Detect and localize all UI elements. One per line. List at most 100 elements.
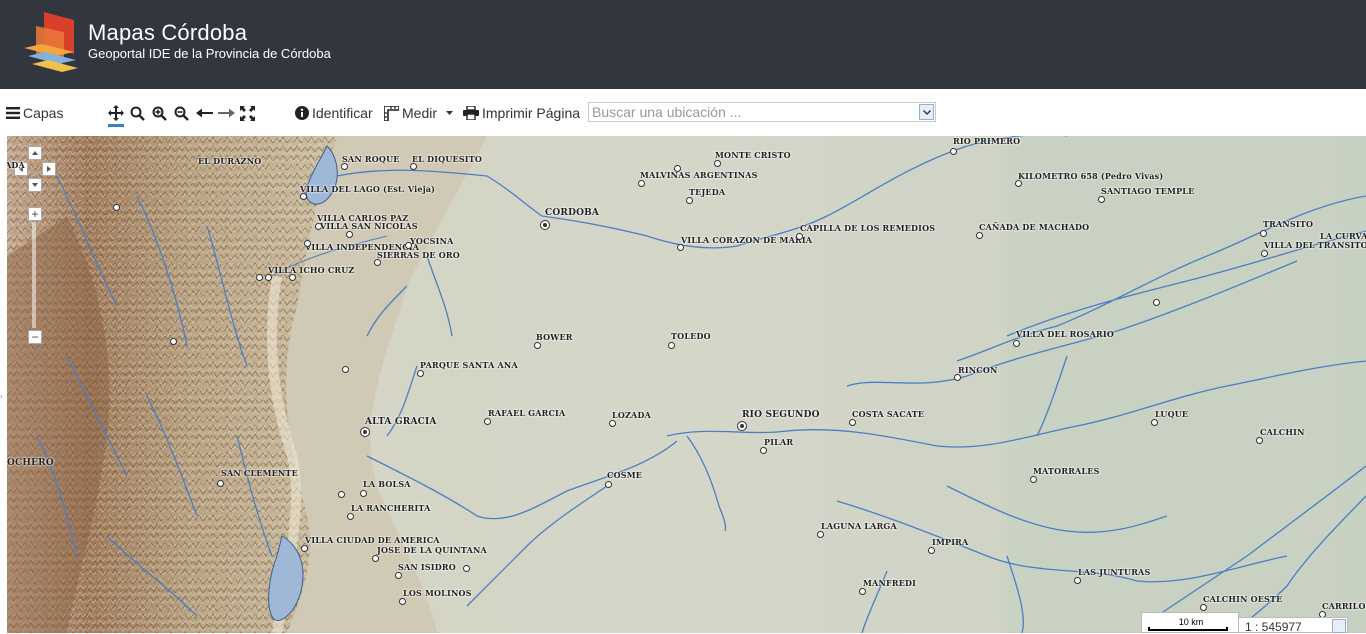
arrow-left-icon <box>196 108 213 118</box>
place-marker <box>954 374 961 381</box>
map-label: BOWER <box>536 332 573 342</box>
map-label: ADA <box>7 160 25 170</box>
map-label: MONTE CRISTO <box>715 150 791 160</box>
print-button[interactable]: Imprimir Página <box>463 101 580 125</box>
place-marker <box>1256 437 1263 444</box>
place-marker <box>1153 299 1160 306</box>
full-extent-icon <box>240 105 255 121</box>
map-label: SAN ISIDRO <box>398 562 456 572</box>
place-marker <box>265 274 272 281</box>
map-label: EL DURAZNO <box>198 156 262 166</box>
place-marker <box>463 565 470 572</box>
map-label: VILLA DEL TRANSITO <box>1264 240 1366 250</box>
previous-extent-button[interactable] <box>196 101 213 125</box>
full-extent-button[interactable] <box>240 101 255 125</box>
pan-right-button[interactable] <box>42 162 56 176</box>
location-search-input[interactable] <box>592 103 912 121</box>
map-label: RINCON <box>958 365 998 375</box>
layers-label: Capas <box>23 105 64 121</box>
chevron-right-icon <box>47 166 51 172</box>
map-label: JOSE DE LA QUINTANA <box>377 545 487 555</box>
map-label: RIO SEGUNDO <box>742 410 820 420</box>
scale-ratio-value: 1 : 545977 <box>1245 620 1302 634</box>
app-title: Mapas Córdoba <box>88 20 248 45</box>
map-label: SAN ROQUE <box>342 154 400 164</box>
next-extent-button[interactable] <box>218 101 235 125</box>
chevron-down-icon <box>922 109 931 115</box>
place-marker <box>796 233 803 240</box>
print-label: Imprimir Página <box>482 105 581 121</box>
place-marker <box>360 490 367 497</box>
map-label: COSTA SACATE <box>852 409 925 419</box>
scale-ratio-dropdown-button[interactable] <box>1332 619 1346 633</box>
place-marker <box>304 240 311 247</box>
place-marker <box>534 342 541 349</box>
map-label: SAN CLEMENTE <box>221 468 298 478</box>
map-label: TRANSITO <box>1263 219 1314 229</box>
place-marker <box>372 555 379 562</box>
pan-up-button[interactable] <box>28 146 42 160</box>
location-search <box>588 102 936 122</box>
map-zoom-out-button[interactable]: − <box>28 330 42 344</box>
app-header: Mapas Córdoba Geoportal IDE de la Provin… <box>0 0 1366 89</box>
place-marker <box>1098 196 1105 203</box>
zoom-slider-track[interactable] <box>32 222 36 328</box>
logo-icon <box>24 12 78 72</box>
chevron-up-icon <box>32 151 38 155</box>
map-label: LAS JUNTURAS <box>1078 567 1151 577</box>
place-marker <box>405 242 412 249</box>
map-label: PILAR <box>764 437 794 447</box>
place-marker <box>346 231 353 238</box>
search-icon <box>130 106 145 121</box>
place-marker <box>686 197 693 204</box>
search-tool-button[interactable] <box>130 101 145 125</box>
map-label: MANFREDI <box>863 578 917 588</box>
scale-bar: 10 km <box>1141 612 1239 633</box>
identify-button[interactable]: Identificar <box>295 101 373 125</box>
map-label: RIO PRIMERO <box>953 136 1021 146</box>
layers-button[interactable]: Capas <box>6 101 63 125</box>
map-label: CARRILOB <box>1322 601 1366 611</box>
zoom-in-button[interactable] <box>152 101 167 125</box>
collapse-panel-handle[interactable]: › <box>0 392 6 408</box>
map-label: VILLA DEL LAGO (Est. Vieja) <box>300 184 436 194</box>
place-marker <box>399 598 406 605</box>
place-marker <box>605 481 612 488</box>
zoom-in-icon <box>152 106 167 121</box>
map-label: EL DIQUESITO <box>412 154 483 164</box>
place-marker <box>674 165 681 172</box>
map-label: LAGUNA LARGA <box>821 521 897 531</box>
city-marker <box>360 427 370 437</box>
map-zoom-in-button[interactable]: + <box>28 207 42 221</box>
map-label: ALTA GRACIA <box>365 417 437 427</box>
map-label: KILOMETRO 658 (Pedro Vivas) <box>1018 171 1164 181</box>
scale-ratio-select[interactable]: 1 : 545977 <box>1238 617 1348 634</box>
map-label: VILLA CIUDAD DE AMERICA <box>305 535 440 545</box>
active-tool-indicator <box>108 124 124 127</box>
map-label: LUQUE <box>1155 409 1189 419</box>
map-label: VILLA DEL ROSARIO <box>1016 329 1114 339</box>
place-marker <box>395 572 402 579</box>
place-marker <box>300 193 307 200</box>
place-marker <box>760 447 767 454</box>
place-marker <box>928 547 935 554</box>
ruler-icon <box>384 105 399 121</box>
place-marker <box>1151 419 1158 426</box>
menu-icon <box>6 107 20 119</box>
place-marker <box>976 232 983 239</box>
place-marker <box>338 491 345 498</box>
place-marker <box>817 531 824 538</box>
zoom-out-button[interactable] <box>174 101 189 125</box>
pan-tool-button[interactable] <box>108 101 124 125</box>
app-subtitle: Geoportal IDE de la Provincia de Córdoba <box>88 46 331 61</box>
map-label: RAFAEL GARCIA <box>488 408 566 418</box>
pan-down-button[interactable] <box>28 178 42 192</box>
map-label: VILLA SAN NICOLAS <box>320 221 418 231</box>
measure-button[interactable]: Medir <box>384 101 454 125</box>
map-label: VILLA CORAZON DE MARIA <box>681 235 813 245</box>
place-marker <box>1260 230 1267 237</box>
map-view[interactable]: + − ADA EL DURAZNO SAN ROQUE EL DIQUESIT… <box>7 136 1366 633</box>
place-marker <box>256 274 263 281</box>
map-label: CAPILLA DE LOS REMEDIOS <box>800 223 936 233</box>
search-dropdown-button[interactable] <box>919 104 934 120</box>
